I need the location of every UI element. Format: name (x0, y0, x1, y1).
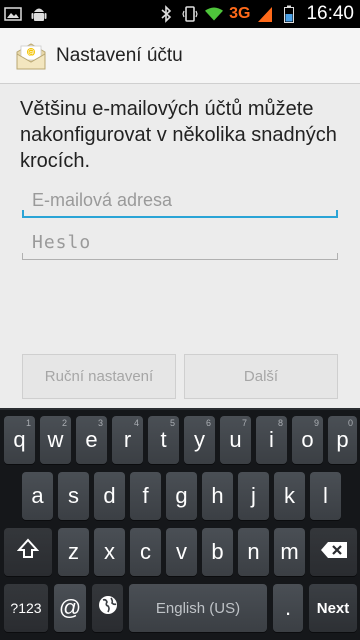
status-bar: 3G 16:40 (0, 0, 360, 28)
network-type: 3G (229, 5, 251, 22)
space-key[interactable]: English (US) (129, 584, 267, 632)
page-title: Nastavení účtu (56, 45, 183, 66)
key-x[interactable]: x (94, 528, 125, 576)
action-bar: @ Nastavení účtu (0, 28, 360, 84)
key-u[interactable]: u7 (220, 416, 251, 464)
shift-icon (16, 538, 40, 566)
symbols-key[interactable]: ?123 (4, 584, 48, 632)
key-period[interactable]: . (273, 584, 303, 632)
shift-key[interactable] (4, 528, 52, 576)
password-field-container (22, 226, 338, 260)
globe-icon (97, 594, 119, 622)
key-o[interactable]: o9 (292, 416, 323, 464)
key-p[interactable]: p0 (328, 416, 357, 464)
key-t[interactable]: t5 (148, 416, 179, 464)
key-w[interactable]: w2 (40, 416, 71, 464)
key-f[interactable]: f (130, 472, 161, 520)
key-n[interactable]: n (238, 528, 269, 576)
manual-setup-button[interactable]: Ruční nastavení (22, 354, 176, 399)
key-l[interactable]: l (310, 472, 341, 520)
language-key[interactable] (92, 584, 123, 632)
backspace-icon (320, 539, 348, 565)
intro-text: Většinu e-mailových účtů můžete nakonfig… (20, 98, 337, 172)
next-button[interactable]: Další (184, 354, 338, 399)
key-h[interactable]: h (202, 472, 233, 520)
picture-icon (4, 4, 22, 24)
key-m[interactable]: m (274, 528, 305, 576)
key-at[interactable]: @ (54, 584, 86, 632)
key-b[interactable]: b (202, 528, 233, 576)
password-field[interactable] (22, 226, 338, 259)
key-a[interactable]: a (22, 472, 53, 520)
key-i[interactable]: i8 (256, 416, 287, 464)
wifi-icon (205, 4, 224, 24)
email-field-container (22, 184, 338, 218)
key-d[interactable]: d (94, 472, 125, 520)
battery-icon (280, 4, 298, 24)
key-j[interactable]: j (238, 472, 269, 520)
clock: 16:40 (306, 3, 354, 24)
key-z[interactable]: z (58, 528, 89, 576)
key-q[interactable]: q1 (4, 416, 35, 464)
svg-text:@: @ (28, 49, 35, 57)
next-key[interactable]: Next (309, 584, 357, 632)
email-app-icon[interactable]: @ (16, 42, 46, 70)
email-field[interactable] (22, 184, 338, 216)
key-r[interactable]: r4 (112, 416, 143, 464)
key-c[interactable]: c (130, 528, 161, 576)
key-y[interactable]: y6 (184, 416, 215, 464)
vibrate-icon (181, 4, 199, 24)
key-e[interactable]: e3 (76, 416, 107, 464)
soft-keyboard: q1 w2 e3 r4 t5 y6 u7 i8 o9 p0 a s d f g … (0, 408, 360, 640)
key-s[interactable]: s (58, 472, 89, 520)
android-icon (30, 4, 48, 24)
signal-icon (256, 4, 274, 24)
backspace-key[interactable] (310, 528, 357, 576)
bluetooth-icon (157, 4, 175, 24)
key-g[interactable]: g (166, 472, 197, 520)
key-v[interactable]: v (166, 528, 197, 576)
key-k[interactable]: k (274, 472, 305, 520)
